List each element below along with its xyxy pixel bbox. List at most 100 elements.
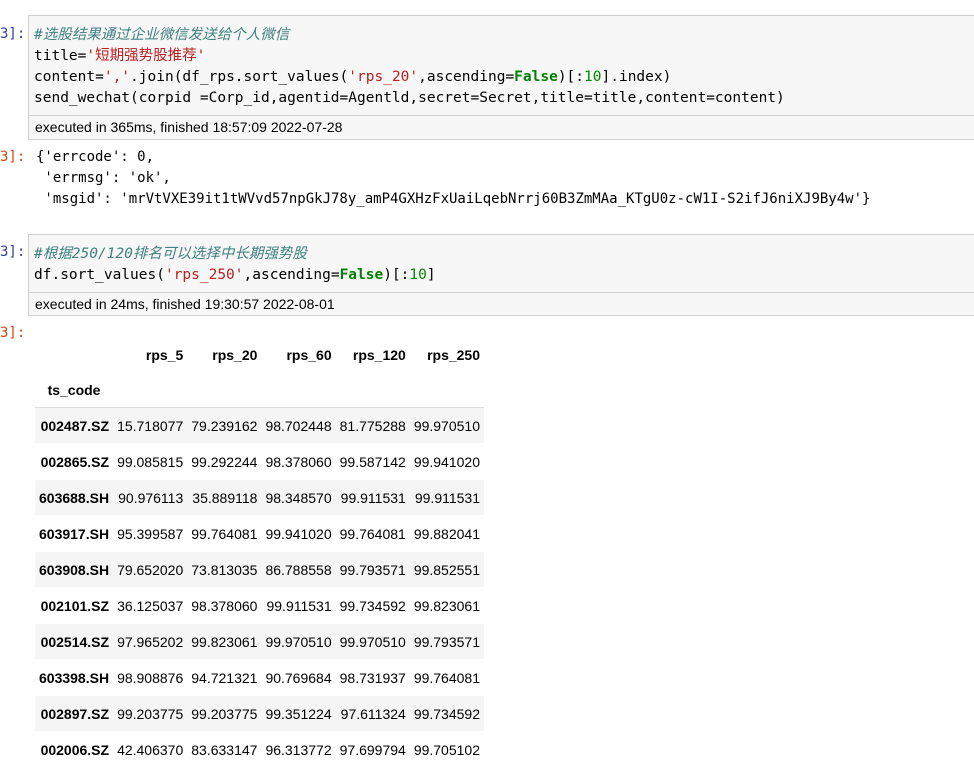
table-cell: 99.970510 <box>409 407 484 444</box>
code-string: 'rps_20' <box>348 69 419 85</box>
table-cell: 99.911531 <box>261 587 336 624</box>
code-string: '短期强势股推荐' <box>86 48 206 64</box>
output-prompt: 3]: <box>0 149 26 165</box>
table-cell: 98.702448 <box>261 407 336 444</box>
table-cell: 98.348570 <box>261 479 336 516</box>
index-name-header: ts_code <box>35 372 114 408</box>
code-editor[interactable]: #选股结果通过企业微信发送给个人微信 title='短期强势股推荐' conte… <box>29 16 974 109</box>
table-cell: 90.769684 <box>261 659 336 696</box>
code-keyword: False <box>339 267 384 283</box>
table-cell: 99.292244 <box>187 443 262 480</box>
table-cell: 96.313772 <box>261 731 336 767</box>
row-index: 002487.SZ <box>35 407 114 444</box>
table-cell: 99.203775 <box>187 695 262 732</box>
table-row: 603917.SH 95.399587 99.764081 99.941020 … <box>35 515 484 552</box>
notebook: 3]: #选股结果通过企业微信发送给个人微信 title='短期强势股推荐' c… <box>0 0 974 767</box>
table-cell: 98.731937 <box>335 659 410 696</box>
code-cell-send-wechat[interactable]: #选股结果通过企业微信发送给个人微信 title='短期强势股推荐' conte… <box>28 15 974 115</box>
table-cell: 99.764081 <box>335 515 410 552</box>
code-number: 10 <box>409 267 427 283</box>
table-cell: 99.823061 <box>187 623 262 660</box>
table-cell: 79.652020 <box>113 551 188 588</box>
code-text: ] <box>426 267 436 283</box>
table-cell: 98.378060 <box>261 443 336 480</box>
table-cell: 99.085815 <box>113 443 188 480</box>
code-text: send_wechat(corpid =Corp_id,agentid=Agen… <box>34 90 785 106</box>
table-cell: 94.721321 <box>187 659 262 696</box>
code-text: ].index) <box>601 69 672 85</box>
output-dict: {'errcode': 0, 'errmsg': 'ok', 'msgid': … <box>36 147 870 210</box>
input-prompt: 3]: <box>0 244 26 260</box>
column-header: rps_20 <box>212 346 258 363</box>
output-line: 'errmsg': 'ok', <box>36 170 171 186</box>
column-header: rps_120 <box>352 346 406 363</box>
table-cell: 98.908876 <box>113 659 188 696</box>
output-line: 'msgid': 'mrVtVXE39it1tWVvd57npGkJ78y_am… <box>36 191 871 207</box>
table-cell: 97.611324 <box>335 695 410 732</box>
code-text: ,ascending= <box>418 69 515 85</box>
table-cell: 99.587142 <box>335 443 410 480</box>
table-cell: 99.970510 <box>261 623 336 660</box>
table-cell: 99.823061 <box>409 587 484 624</box>
row-index: 603917.SH <box>35 515 114 552</box>
table-cell: 97.699794 <box>335 731 410 767</box>
table-cell: 99.970510 <box>335 623 410 660</box>
execution-time-info: executed in 24ms, finished 19:30:57 2022… <box>28 292 974 316</box>
row-index: 002101.SZ <box>35 587 114 624</box>
table-cell: 99.793571 <box>335 551 410 588</box>
table-cell: 95.399587 <box>113 515 188 552</box>
output-line: {'errcode': 0, <box>36 149 155 165</box>
code-text: content= <box>34 69 104 85</box>
index-name-row: ts_code <box>35 372 484 408</box>
table-cell: 83.633147 <box>187 731 262 767</box>
code-keyword: False <box>514 69 558 85</box>
code-text: )[: <box>383 267 410 283</box>
column-header-row: rps_5 rps_20 rps_60 rps_120 rps_250 <box>35 337 484 372</box>
table-cell: 42.406370 <box>113 731 188 767</box>
table-cell: 99.793571 <box>409 623 484 660</box>
table-row: 002101.SZ 36.125037 98.378060 99.911531 … <box>35 587 484 624</box>
empty-header <box>335 372 410 408</box>
row-index: 603688.SH <box>35 479 114 516</box>
code-editor[interactable]: #根据250/120排名可以选择中长期强势股 df.sort_values('r… <box>29 235 974 286</box>
table-cell: 98.378060 <box>187 587 262 624</box>
table-row: 603688.SH 90.976113 35.889118 98.348570 … <box>35 479 484 516</box>
code-comment: #选股结果通过企业微信发送给个人微信 <box>34 27 290 43</box>
row-index: 603398.SH <box>35 659 114 696</box>
code-text: )[: <box>557 69 585 85</box>
table-cell: 73.813035 <box>187 551 262 588</box>
column-header: rps_250 <box>427 346 480 363</box>
execution-time-info: executed in 365ms, finished 18:57:09 202… <box>28 115 974 140</box>
code-comment: #根据250/120排名可以选择中长期强势股 <box>34 246 307 262</box>
table-cell: 99.911531 <box>409 479 484 516</box>
code-text: df.sort_values( <box>34 267 165 283</box>
table-cell: 99.203775 <box>113 695 188 732</box>
table-cell: 79.239162 <box>187 407 262 444</box>
table-cell: 99.764081 <box>187 515 262 552</box>
table-cell: 99.351224 <box>261 695 336 732</box>
code-text: ,ascending= <box>243 267 340 283</box>
dataframe-table: rps_5 rps_20 rps_60 rps_120 rps_250 ts_c… <box>35 337 484 767</box>
table-row: 603908.SH 79.652020 73.813035 86.788558 … <box>35 551 484 588</box>
table-cell: 97.965202 <box>113 623 188 660</box>
table-cell: 81.775288 <box>335 407 410 444</box>
table-row: 603398.SH 98.908876 94.721321 90.769684 … <box>35 659 484 696</box>
row-index: 603908.SH <box>35 551 114 588</box>
empty-header <box>261 372 336 408</box>
code-cell-sort-rps250[interactable]: #根据250/120排名可以选择中长期强势股 df.sort_values('r… <box>28 234 974 292</box>
corner-header <box>35 337 113 372</box>
empty-header <box>409 372 484 408</box>
table-cell: 99.734592 <box>335 587 410 624</box>
table-cell: 86.788558 <box>261 551 336 588</box>
row-index: 002897.SZ <box>35 695 114 732</box>
table-cell: 99.882041 <box>409 515 484 552</box>
empty-header <box>187 372 262 408</box>
table-cell: 90.976113 <box>113 479 188 516</box>
table-cell: 99.852551 <box>409 551 484 588</box>
table-row: 002514.SZ 97.965202 99.823061 99.970510 … <box>35 623 484 660</box>
table-cell: 36.125037 <box>113 587 188 624</box>
table-cell: 99.911531 <box>335 479 410 516</box>
table-row: 002897.SZ 99.203775 99.203775 99.351224 … <box>35 695 484 732</box>
code-text: .join(df_rps.sort_values( <box>130 69 349 85</box>
input-prompt: 3]: <box>0 26 26 42</box>
